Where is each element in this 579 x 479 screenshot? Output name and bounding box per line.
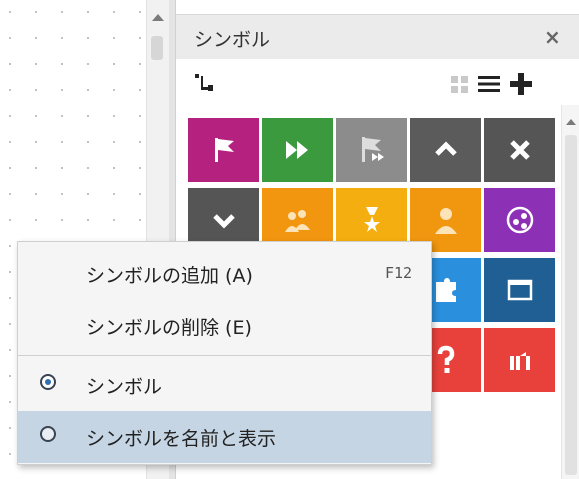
menu-item-add-symbol[interactable]: シンボルの追加 (A) F12 [18,248,431,300]
puzzle-icon [435,278,456,302]
group-icon [284,210,310,232]
fast-forward-icon [285,141,308,159]
scroll-up-arrow-icon[interactable] [152,14,164,21]
symbol-tile-window[interactable] [484,258,555,322]
menu-item-view-symbol[interactable]: シンボル [18,359,431,411]
panel-toolbar [176,59,579,105]
menu-item-label: シンボルの追加 (A) [86,265,253,287]
panel-title: シンボル [194,29,271,51]
flag-forward-icon [361,137,384,162]
menu-item-delete-symbol[interactable]: シンボルの削除 (E) [18,300,431,352]
scroll-up-arrow-icon[interactable] [566,119,576,125]
symbol-tile-flag-forward[interactable] [336,118,407,182]
menu-item-label: シンボル [86,376,163,398]
flag-icon [214,138,234,162]
menu-item-view-symbol-with-name[interactable]: シンボルを名前と表示 [18,411,431,463]
tiles-scrollbar[interactable] [561,105,579,479]
chevron-up-icon [434,141,457,156]
chevron-down-icon [212,214,235,229]
scroll-thumb[interactable] [151,36,163,60]
symbol-tile-flag[interactable] [188,118,259,182]
close-icon [509,140,530,160]
hierarchy-icon[interactable] [194,73,214,93]
radio-checked-icon [40,374,56,390]
context-menu: シンボルの追加 (A) F12 シンボルの削除 (E) シンボル シンボルを名前… [17,241,432,465]
gate-icon [509,352,530,370]
symbol-tile-chevron-up[interactable] [410,118,481,182]
person-icon [434,208,457,234]
scroll-thumb[interactable] [565,135,577,475]
list-view-icon[interactable] [478,75,500,93]
menu-item-label: シンボルを名前と表示 [86,428,277,450]
panel-header: シンボル × [176,14,579,60]
symbol-tile-fast-forward[interactable] [262,118,333,182]
question-icon [437,345,454,373]
menu-separator [18,355,431,356]
award-icon [363,207,380,232]
close-icon[interactable]: × [544,25,561,49]
grid-view-icon[interactable] [451,76,469,94]
share-icon [506,206,533,234]
symbol-tile-share[interactable] [484,188,555,252]
window-icon [507,279,532,301]
menu-item-shortcut: F12 [385,264,413,282]
add-icon[interactable] [510,73,532,95]
menu-item-label: シンボルの削除 (E) [86,317,252,339]
symbol-tile-close[interactable] [484,118,555,182]
radio-unchecked-icon [40,426,56,442]
symbol-tile-gate[interactable] [484,328,555,392]
